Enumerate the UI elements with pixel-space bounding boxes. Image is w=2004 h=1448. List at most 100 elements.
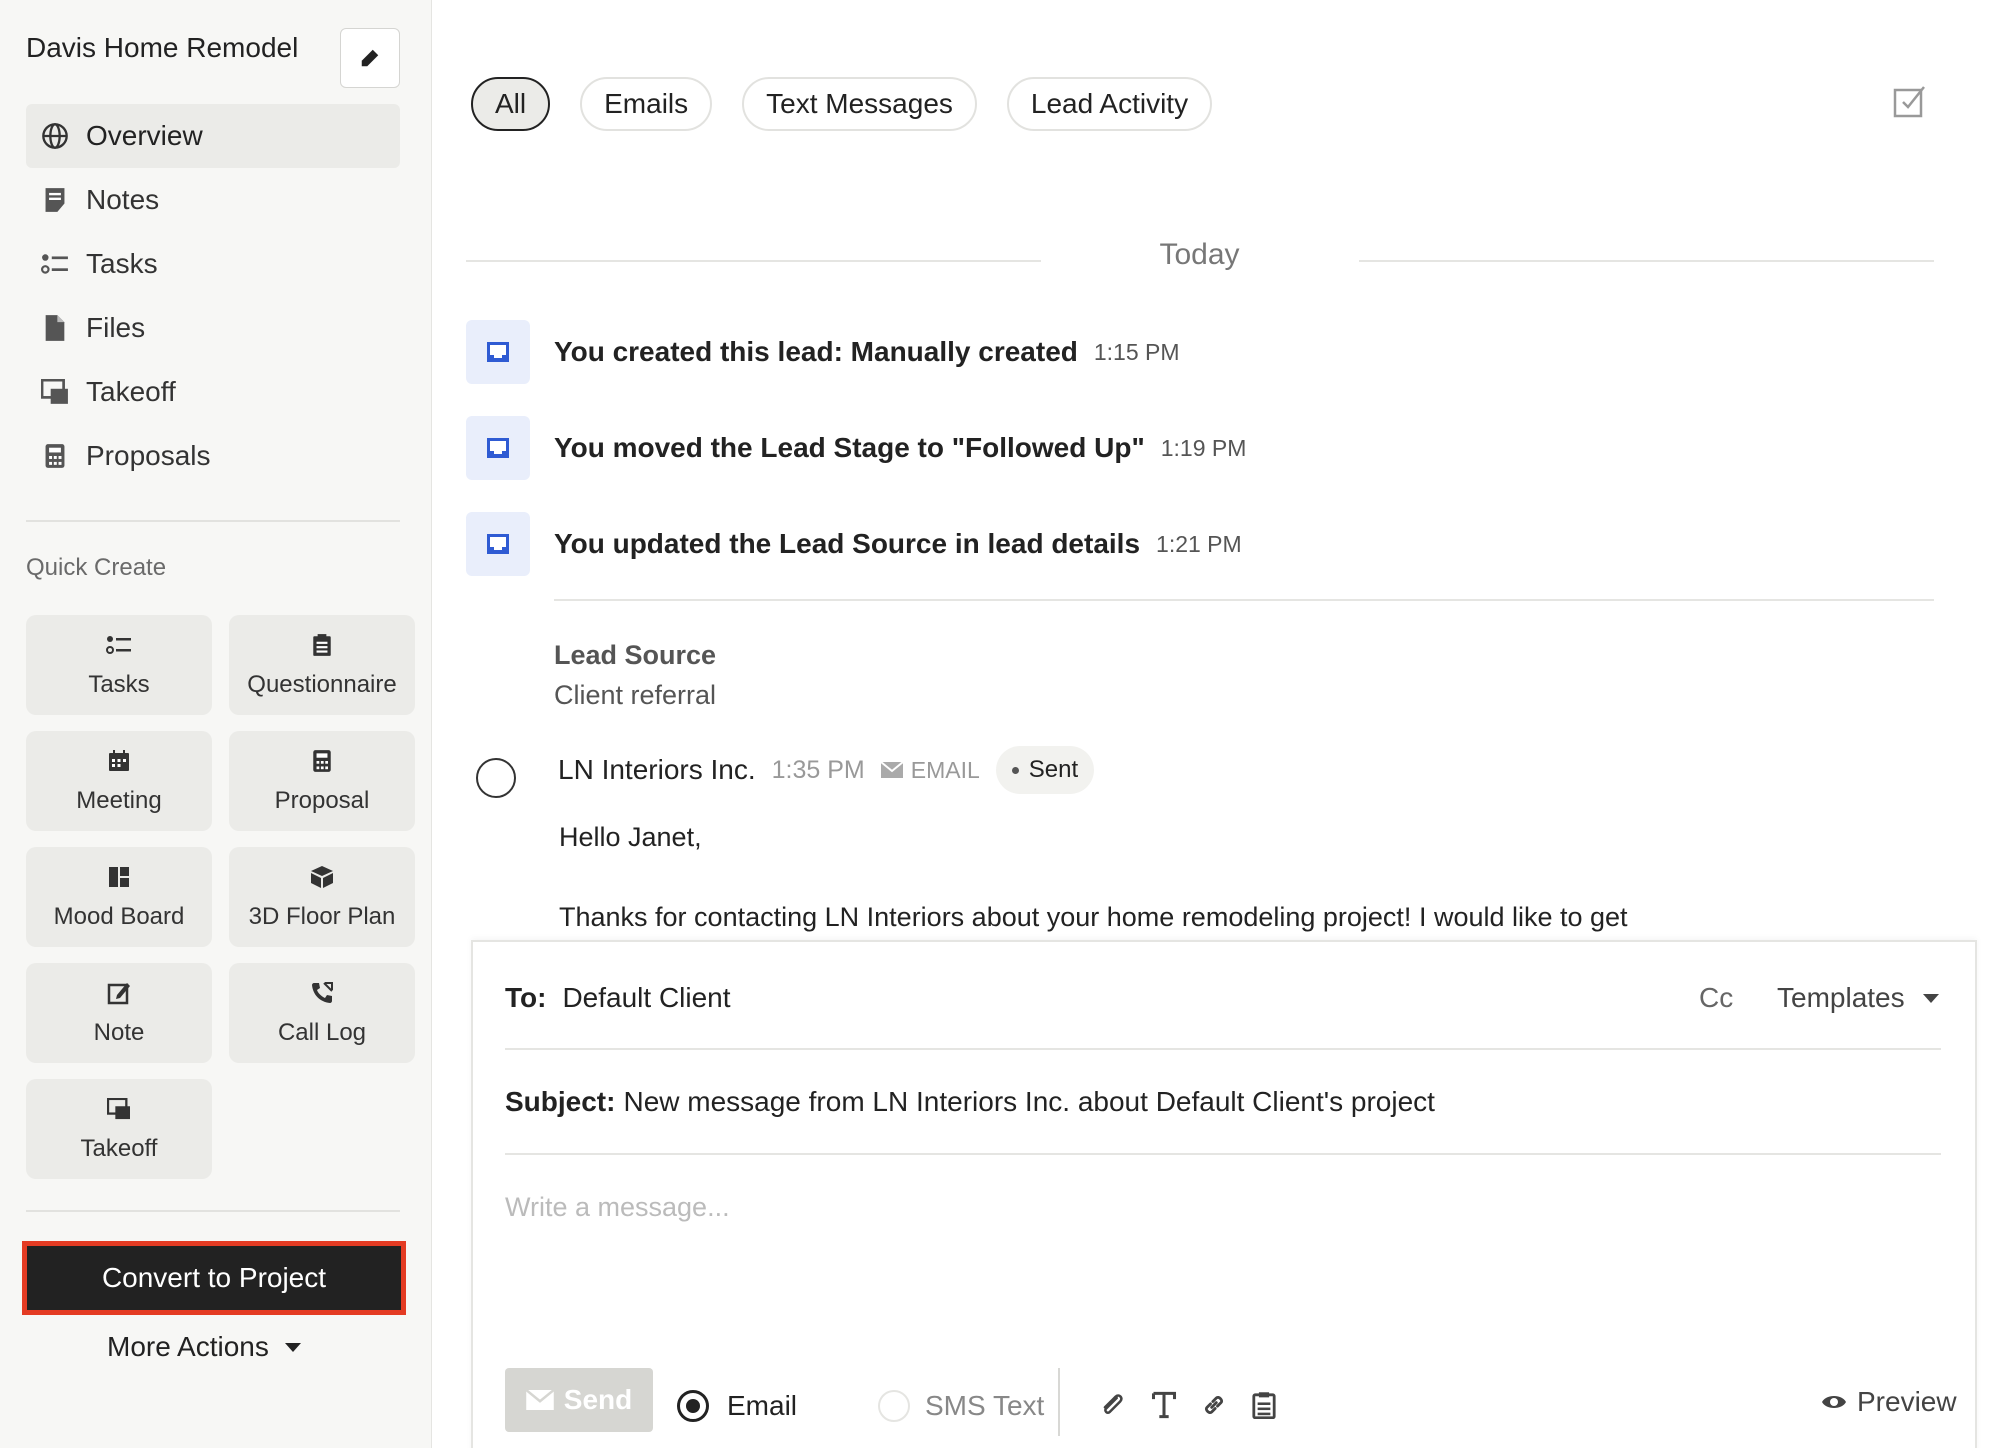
toolbar-divider — [1058, 1368, 1060, 1436]
text-format-icon[interactable] — [1147, 1388, 1181, 1422]
send-label: Send — [563, 1384, 633, 1415]
calendar-icon — [105, 747, 133, 775]
send-button[interactable]: Send — [505, 1368, 653, 1432]
envelope-icon — [525, 1390, 554, 1410]
quick-create-tasks[interactable]: Tasks — [26, 615, 212, 715]
channel-email-label[interactable]: Email — [727, 1390, 797, 1422]
sender-avatar — [476, 758, 516, 798]
sidebar-item-files[interactable]: Files — [26, 296, 400, 360]
day-divider-label: Today — [1159, 238, 1240, 271]
clipboard-icon[interactable] — [1247, 1388, 1281, 1422]
link-icon[interactable] — [1197, 1388, 1231, 1422]
subject-row: Subject: New message from LN Interiors I… — [505, 1086, 1435, 1118]
clipboard-icon — [308, 631, 336, 659]
sidebar-item-takeoff[interactable]: Takeoff — [26, 360, 400, 424]
subject-label: Subject: — [505, 1086, 616, 1117]
to-recipient[interactable]: Default Client — [562, 982, 730, 1014]
takeoff-icon — [40, 377, 70, 407]
project-title: Davis Home Remodel — [26, 32, 299, 63]
sidebar-item-label: Proposals — [86, 440, 211, 471]
email-sender: LN Interiors Inc. — [558, 754, 756, 785]
filter-emails[interactable]: Emails — [580, 77, 713, 131]
email-header: LN Interiors Inc. 1:35 PM EMAIL Sent — [558, 746, 1095, 794]
channel-email-radio[interactable] — [677, 1390, 709, 1422]
activity-separator — [554, 599, 1934, 601]
quick-create-label: Call Log — [277, 1019, 367, 1046]
composer-divider — [505, 1153, 1941, 1155]
filter-text-messages[interactable]: Text Messages — [742, 77, 977, 131]
activity-feed: All Emails Text Messages Lead Activity T… — [433, 0, 2004, 1448]
quick-create-mood-board[interactable]: Mood Board — [26, 847, 212, 947]
activity-time: 1:15 PM — [1093, 338, 1180, 365]
quick-create-label: Note — [93, 1019, 145, 1046]
subject-field[interactable]: New message from LN Interiors Inc. about… — [623, 1086, 1434, 1118]
calculator-icon — [40, 441, 70, 471]
quick-create-label: Mood Board — [53, 903, 185, 930]
tasks-icon — [40, 249, 70, 279]
mark-done-icon[interactable] — [1893, 84, 1927, 118]
activity-time: 1:21 PM — [1156, 530, 1242, 557]
quick-create-label: Meeting — [76, 787, 162, 814]
sidebar-item-label: Files — [86, 312, 146, 343]
activity-item: You updated the Lead Source in lead deta… — [466, 512, 1242, 576]
sidebar-item-label: Takeoff — [86, 376, 176, 407]
chevron-down-icon — [284, 1342, 301, 1352]
quick-create-3d-floor-plan[interactable]: 3D Floor Plan — [229, 847, 415, 947]
eye-icon — [1822, 1396, 1846, 1408]
status-label: Sent — [1028, 756, 1079, 783]
filter-chips: All Emails Text Messages Lead Activity — [471, 77, 1213, 131]
pencil-icon — [361, 49, 379, 67]
email-body: Thanks for contacting LN Interiors about… — [559, 902, 1628, 932]
quick-create-meeting[interactable]: Meeting — [26, 731, 212, 831]
quick-create-proposal[interactable]: Proposal — [229, 731, 415, 831]
sidebar-item-notes[interactable]: Notes — [26, 168, 400, 232]
cc-button[interactable]: Cc — [1699, 982, 1733, 1014]
inbox-icon — [466, 512, 530, 576]
message-input[interactable] — [505, 1192, 1935, 1272]
tasks-icon — [105, 631, 133, 659]
preview-button[interactable]: Preview — [1821, 1386, 1957, 1418]
channel-sms-label[interactable]: SMS Text — [925, 1390, 1044, 1422]
more-actions-label: More Actions — [107, 1331, 269, 1362]
email-composer: To: Default Client Cc Templates Subject:… — [471, 940, 1977, 1448]
templates-dropdown[interactable]: Templates — [1777, 982, 1939, 1014]
quick-create-takeoff[interactable]: Takeoff — [26, 1079, 212, 1179]
sidebar-item-proposals[interactable]: Proposals — [26, 424, 400, 488]
email-greeting: Hello Janet, — [559, 822, 702, 852]
quick-create-label: Questionnaire — [247, 671, 397, 698]
email-time: 1:35 PM — [771, 755, 865, 784]
day-divider-line — [1359, 260, 1934, 262]
activity-text: You created this lead: Manually created — [554, 336, 1078, 367]
attach-icon[interactable] — [1095, 1388, 1129, 1422]
email-type-label: EMAIL — [910, 756, 980, 783]
activity-text: You updated the Lead Source in lead deta… — [554, 528, 1141, 559]
convert-to-project-button[interactable]: Convert to Project — [27, 1246, 401, 1310]
edit-note-icon — [105, 979, 133, 1007]
sidebar-item-tasks[interactable]: Tasks — [26, 232, 400, 296]
sidebar-nav: Overview Notes Tasks Files Takeoff Propo… — [26, 104, 400, 488]
convert-highlight: Convert to Project — [22, 1241, 406, 1315]
to-label: To: — [505, 982, 547, 1013]
email-type: EMAIL — [880, 756, 980, 784]
more-actions-dropdown[interactable]: More Actions — [107, 1331, 301, 1363]
quick-create-call-log[interactable]: Call Log — [229, 963, 415, 1063]
quick-create-note[interactable]: Note — [26, 963, 212, 1063]
filter-all[interactable]: All — [471, 77, 551, 131]
sidebar-item-overview[interactable]: Overview — [26, 104, 400, 168]
quick-create-heading: Quick Create — [26, 554, 167, 581]
edit-project-button[interactable] — [340, 28, 400, 88]
quick-create-label: Tasks — [88, 671, 150, 698]
activity-item: You moved the Lead Stage to "Followed Up… — [466, 416, 1246, 480]
composer-divider — [505, 1048, 1941, 1050]
quick-create-questionnaire[interactable]: Questionnaire — [229, 615, 415, 715]
envelope-icon — [880, 762, 903, 778]
notes-icon — [40, 185, 70, 215]
filter-lead-activity[interactable]: Lead Activity — [1006, 77, 1213, 131]
channel-sms-radio[interactable] — [878, 1390, 910, 1422]
calculator-icon — [308, 747, 336, 775]
quick-create-label: 3D Floor Plan — [248, 903, 396, 930]
quick-create-grid: Tasks Questionnaire Meeting Proposal Moo… — [26, 615, 416, 1179]
status-dot — [1011, 766, 1019, 774]
quick-create-label: Takeoff — [80, 1135, 158, 1162]
sidebar: Davis Home Remodel Overview Notes Tasks — [0, 0, 432, 1448]
